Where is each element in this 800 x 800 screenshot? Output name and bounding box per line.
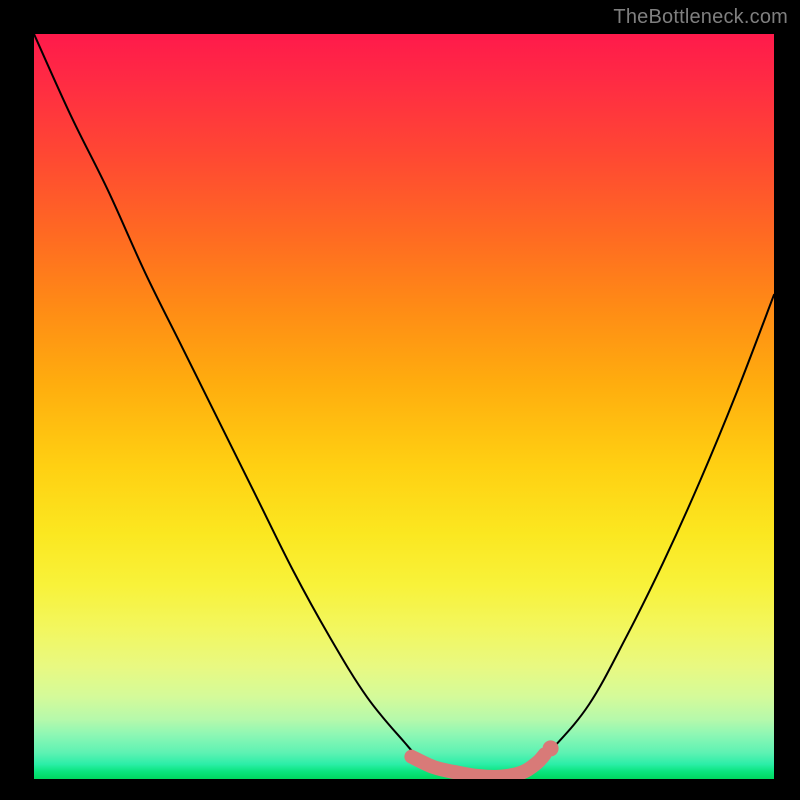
highlight-band-line	[411, 754, 544, 777]
plot-area	[34, 34, 774, 779]
watermark-text: TheBottleneck.com	[613, 6, 788, 29]
curve-canvas	[34, 34, 774, 779]
bottleneck-curve	[34, 34, 774, 777]
chart-frame: TheBottleneck.com	[0, 0, 800, 800]
highlight-end-dot	[543, 740, 559, 756]
highlight-markers	[411, 740, 558, 777]
